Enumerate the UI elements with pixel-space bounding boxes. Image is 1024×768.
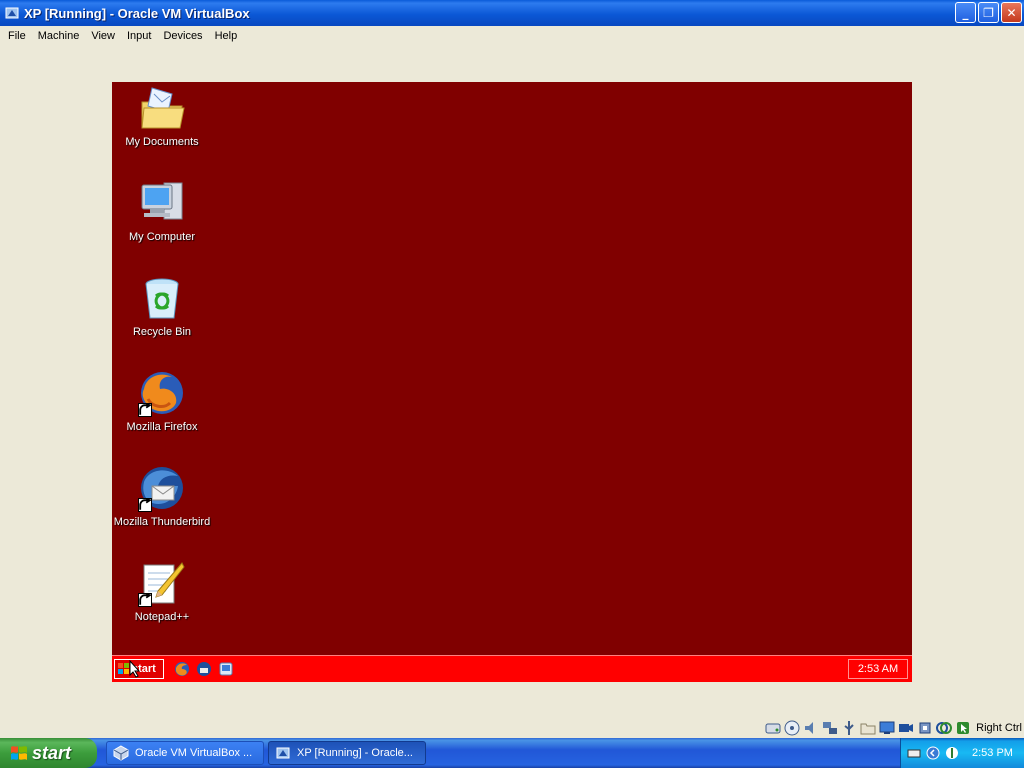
vm-status-bar: Right Ctrl bbox=[765, 719, 1022, 737]
virtualization-icon[interactable] bbox=[936, 720, 953, 736]
cpu-icon[interactable] bbox=[917, 720, 933, 736]
desktop-icon-label: My Computer bbox=[128, 231, 196, 243]
quicklaunch-firefox-icon[interactable] bbox=[174, 661, 190, 677]
guest-screen[interactable]: My Documents My Computer Recycle Bin Moz… bbox=[112, 82, 912, 682]
desktop-icon-notepad-plus-plus[interactable]: Notepad++ bbox=[112, 559, 212, 623]
host-start-button[interactable]: start bbox=[0, 738, 97, 768]
host-key-label[interactable]: Right Ctrl bbox=[976, 722, 1022, 734]
video-capture-icon[interactable] bbox=[898, 720, 914, 736]
system-tray: 2:53 PM bbox=[900, 738, 1024, 768]
desktop-icon-label: Recycle Bin bbox=[132, 326, 192, 338]
host-clock: 2:53 PM bbox=[972, 747, 1013, 759]
mouse-integration-icon[interactable] bbox=[955, 720, 971, 736]
menu-devices[interactable]: Devices bbox=[157, 30, 208, 42]
menu-input[interactable]: Input bbox=[121, 30, 157, 42]
taskbar-button-virtualbox-manager[interactable]: Oracle VM VirtualBox ... bbox=[106, 741, 264, 765]
desktop-icon-my-computer[interactable]: My Computer bbox=[112, 179, 212, 243]
audio-icon[interactable] bbox=[803, 720, 819, 736]
taskbar-button-xp-running[interactable]: XP [Running] - Oracle... bbox=[268, 741, 426, 765]
virtualbox-app-icon bbox=[5, 7, 19, 19]
firefox-icon bbox=[138, 369, 186, 417]
desktop-icon-label: Mozilla Firefox bbox=[126, 421, 198, 433]
shortcut-arrow-icon bbox=[138, 403, 152, 417]
menu-machine[interactable]: Machine bbox=[32, 30, 86, 42]
host-start-label: start bbox=[32, 742, 72, 763]
desktop-icon-label: Notepad++ bbox=[134, 611, 190, 623]
tray-expand-icon[interactable] bbox=[926, 746, 940, 760]
menu-view[interactable]: View bbox=[85, 30, 121, 42]
minimize-button[interactable]: _ bbox=[955, 2, 976, 23]
virtualbox-icon bbox=[113, 745, 129, 761]
close-button[interactable]: ✕ bbox=[1001, 2, 1022, 23]
desktop-icon-label: Mozilla Thunderbird bbox=[113, 516, 211, 528]
desktop-icon-mozilla-thunderbird[interactable]: Mozilla Thunderbird bbox=[112, 464, 212, 528]
window-title: XP [Running] - Oracle VM VirtualBox bbox=[24, 5, 250, 21]
taskbar-button-label: XP [Running] - Oracle... bbox=[297, 747, 413, 759]
host-taskbar: start Oracle VM VirtualBox ... XP [Runni… bbox=[0, 738, 1024, 768]
vm-running-icon bbox=[276, 747, 290, 759]
hard-disk-icon[interactable] bbox=[765, 720, 781, 736]
quicklaunch-thunderbird-icon[interactable] bbox=[196, 661, 212, 677]
desktop-icon-label: My Documents bbox=[125, 136, 199, 148]
shortcut-arrow-icon bbox=[138, 498, 152, 512]
taskbar-button-label: Oracle VM VirtualBox ... bbox=[135, 747, 253, 759]
recycle-bin-icon bbox=[138, 274, 186, 322]
notepadpp-icon bbox=[138, 559, 186, 607]
security-shield-icon[interactable] bbox=[945, 746, 959, 760]
shared-folders-icon[interactable] bbox=[860, 720, 876, 736]
keyboard-icon[interactable] bbox=[907, 746, 921, 760]
my-documents-icon bbox=[138, 84, 186, 132]
shortcut-arrow-icon bbox=[138, 593, 152, 607]
menu-help[interactable]: Help bbox=[209, 30, 244, 42]
guest-clock: 2:53 AM bbox=[848, 659, 908, 679]
display-icon[interactable] bbox=[879, 720, 895, 736]
guest-taskbar: start 2:53 AM bbox=[112, 655, 912, 682]
my-computer-icon bbox=[138, 179, 186, 227]
window-titlebar[interactable]: XP [Running] - Oracle VM VirtualBox _ ❐ … bbox=[0, 0, 1024, 26]
mouse-cursor-icon bbox=[129, 660, 141, 678]
desktop-icon-mozilla-firefox[interactable]: Mozilla Firefox bbox=[112, 369, 212, 433]
optical-drive-icon[interactable] bbox=[784, 720, 800, 736]
menu-file[interactable]: File bbox=[2, 30, 32, 42]
usb-icon[interactable] bbox=[841, 720, 857, 736]
menu-bar: File Machine View Input Devices Help bbox=[0, 26, 1024, 46]
desktop-icon-my-documents[interactable]: My Documents bbox=[112, 84, 212, 148]
network-icon[interactable] bbox=[822, 720, 838, 736]
quicklaunch-desktop-icon[interactable] bbox=[218, 661, 234, 677]
windows-flag-icon bbox=[11, 746, 27, 760]
restore-button[interactable]: ❐ bbox=[978, 2, 999, 23]
thunderbird-icon bbox=[138, 464, 186, 512]
desktop-icon-recycle-bin[interactable]: Recycle Bin bbox=[112, 274, 212, 338]
